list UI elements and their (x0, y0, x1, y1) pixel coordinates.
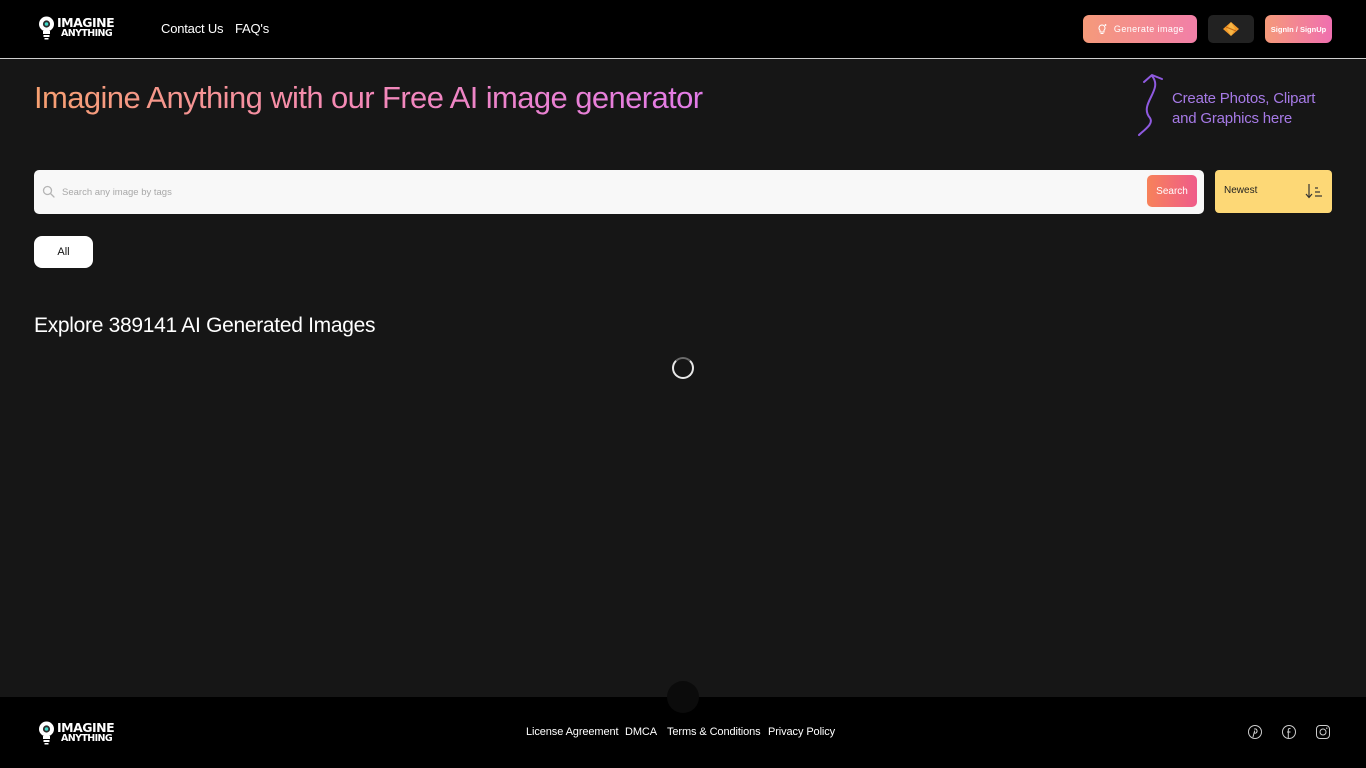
search-button[interactable]: Search (1147, 175, 1197, 207)
explore-heading: Explore 389141 AI Generated Images (34, 314, 376, 337)
footer-logo-line1: IMAGINE (57, 719, 115, 735)
generate-image-label: Generate image (1113, 24, 1185, 34)
instagram-icon[interactable] (1315, 724, 1331, 740)
footer-link-dmca[interactable]: DMCA (625, 726, 657, 738)
footer-logo-wordmark: IMAGINE ANYTHING (57, 719, 115, 744)
lightbulb-icon (39, 721, 54, 745)
logo-wordmark: IMAGINE ANYTHING (57, 14, 115, 39)
header-logo[interactable]: IMAGINE ANYTHING (38, 14, 115, 40)
logo-line1: IMAGINE (57, 14, 115, 30)
nav-contact-us[interactable]: Contact Us (161, 21, 224, 36)
sort-descending-icon (1305, 184, 1322, 199)
sort-selected-value: Newest (1224, 185, 1258, 196)
magic-bulb-icon (1098, 24, 1107, 34)
footer-link-terms[interactable]: Terms & Conditions (667, 726, 761, 738)
curved-arrow-icon (1138, 74, 1163, 136)
signin-signup-button[interactable]: SignIn / SignUp (1265, 15, 1332, 43)
pinterest-icon[interactable] (1247, 724, 1263, 740)
credits-button[interactable] (1208, 15, 1254, 43)
search-bar: Search (34, 170, 1204, 214)
search-icon (42, 185, 55, 198)
filter-chip-all[interactable]: All (34, 236, 93, 268)
footer-logo[interactable]: IMAGINE ANYTHING (38, 719, 115, 745)
facebook-icon[interactable] (1281, 724, 1297, 740)
sort-dropdown[interactable]: Newest (1215, 170, 1332, 213)
lightbulb-icon (39, 16, 54, 40)
search-input[interactable] (62, 180, 1132, 204)
diamond-coin-icon (1223, 22, 1239, 36)
logo-line2: ANYTHING (61, 27, 113, 39)
top-header: IMAGINE ANYTHING Contact Us FAQ's Genera… (0, 0, 1366, 59)
loading-spinner (672, 357, 694, 379)
footer-link-privacy[interactable]: Privacy Policy (768, 726, 835, 738)
hero-side-text: Create Photos, Clipart and Graphics here (1172, 90, 1316, 127)
nav-faqs[interactable]: FAQ's (235, 21, 269, 36)
scroll-to-top-button[interactable] (667, 681, 699, 713)
generate-image-button[interactable]: Generate image (1083, 15, 1197, 43)
hero-title: Imagine Anything with our Free AI image … (34, 80, 703, 115)
footer-link-license[interactable]: License Agreement (526, 726, 619, 738)
footer-logo-line2: ANYTHING (61, 732, 113, 744)
